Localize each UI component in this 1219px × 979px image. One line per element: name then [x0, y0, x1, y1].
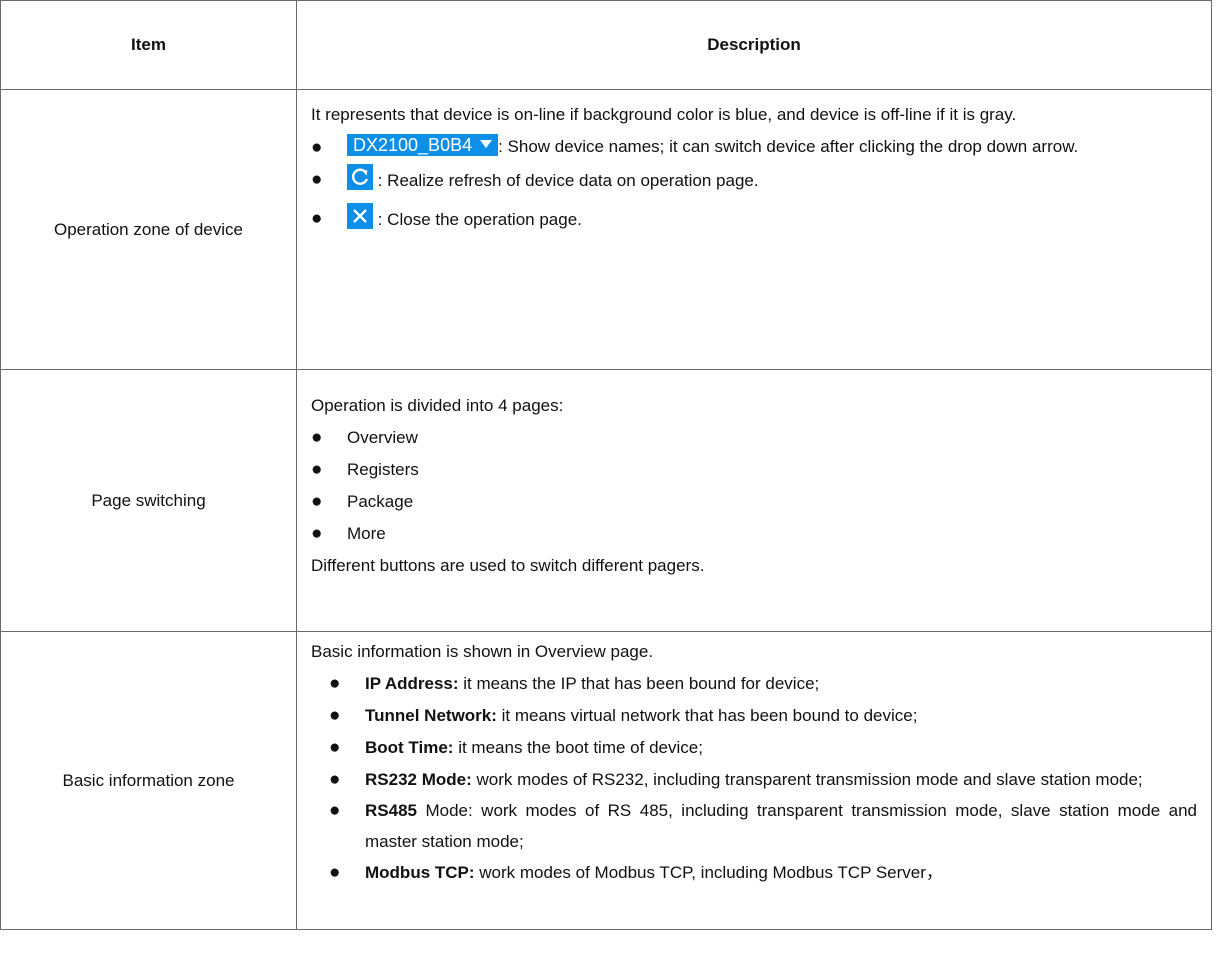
paragraph: Different buttons are used to switch dif… [311, 556, 705, 575]
field-label: Modbus TCP: [365, 863, 475, 882]
list-item: ● : Realize refresh of device data on op… [311, 164, 1197, 197]
row-item-label: Basic information zone [0, 631, 297, 930]
close-icon[interactable] [347, 203, 373, 229]
field-label: Boot Time: [365, 738, 454, 757]
list-item-text: : Realize refresh of device data on oper… [377, 171, 759, 190]
field-text: it means the boot time of device; [453, 738, 703, 757]
bullet-dot-icon: ● [329, 769, 341, 790]
field-label: IP Address: [365, 674, 459, 693]
bullet-dot-icon: ● [311, 427, 323, 448]
bullet-dot-icon: ● [329, 862, 341, 883]
list-item: ● Overview [311, 422, 1197, 454]
header-description: Description [296, 0, 1212, 90]
table-row: Operation zone of device It represents t… [0, 89, 1212, 370]
paragraph: Operation is divided into 4 pages: [311, 396, 564, 415]
field-text: it means virtual network that has been b… [496, 706, 918, 725]
bullet-dot-icon: ● [329, 673, 341, 694]
row-item-label: Page switching [0, 369, 297, 632]
table-row: Page switching Operation is divided into… [0, 369, 1212, 632]
list-item: ● Modbus TCP: work modes of Modbus TCP, i… [329, 857, 1197, 889]
device-name-text: DX2100_B0B4 [353, 135, 473, 155]
list-item-text: Overview [347, 428, 418, 447]
list-item: ● Package [311, 486, 1197, 518]
field-text: Mode: work modes of RS 485, including tr… [365, 801, 1197, 851]
list-item-text: : Close the operation page. [377, 210, 582, 229]
list-item: ● RS485 Mode: work modes of RS 485, inclu… [329, 795, 1197, 857]
field-label: RS485 [365, 801, 417, 820]
header-item: Item [0, 0, 297, 90]
bullet-dot-icon: ● [311, 137, 323, 158]
paragraph: It represents that device is on-line if … [311, 105, 1017, 124]
list-item: ● RS232 Mode: work modes of RS232, includ… [329, 764, 1197, 795]
bullet-dot-icon: ● [329, 800, 341, 821]
list-item: ● More [311, 518, 1197, 550]
list-item: ● Registers [311, 454, 1197, 486]
field-text: it means the IP that has been bound for … [458, 674, 820, 693]
bullet-dot-icon: ● [329, 737, 341, 758]
row-description: Operation is divided into 4 pages: ● Over… [296, 369, 1212, 632]
list-item: ● : Close the operation page. [311, 203, 1197, 236]
row-description: It represents that device is on-line if … [296, 89, 1212, 370]
list-item: ● IP Address: it means the IP that has be… [329, 668, 1197, 700]
dropdown-triangle-icon[interactable] [480, 140, 493, 148]
list-item: ● Boot Time: it means the boot time of de… [329, 732, 1197, 764]
paragraph: Basic information is shown in Overview p… [311, 642, 654, 661]
bullet-dot-icon: ● [311, 169, 323, 190]
row-item-label: Operation zone of device [0, 89, 297, 370]
field-text: work modes of RS232, including transpare… [471, 770, 1143, 789]
list-item-text: Registers [347, 460, 419, 479]
bullet-dot-icon: ● [311, 459, 323, 480]
header-row: Item Description [0, 0, 1212, 90]
list-item-text: : Show device names; it can switch devic… [498, 137, 1079, 156]
table-row: Basic information zone Basic information… [0, 631, 1212, 930]
field-text: work modes of Modbus TCP, including Modb… [474, 863, 943, 882]
bullet-dot-icon: ● [311, 491, 323, 512]
description-table: Item Description Operation zone of devic… [0, 0, 1212, 930]
list-item-text: More [347, 524, 386, 543]
row-description: Basic information is shown in Overview p… [296, 631, 1212, 930]
field-label: RS232 Mode: [365, 770, 472, 789]
list-item-text: Package [347, 492, 414, 511]
bullet-dot-icon: ● [311, 208, 323, 229]
list-item: ● DX2100_B0B4 : Show device names; it can… [311, 132, 1197, 162]
bullet-dot-icon: ● [311, 523, 323, 544]
list-item: ● Tunnel Network: it means virtual networ… [329, 700, 1197, 732]
bullet-dot-icon: ● [329, 705, 341, 726]
device-name-tag[interactable]: DX2100_B0B4 [347, 134, 499, 156]
field-label: Tunnel Network: [365, 706, 497, 725]
refresh-icon[interactable] [347, 164, 373, 190]
